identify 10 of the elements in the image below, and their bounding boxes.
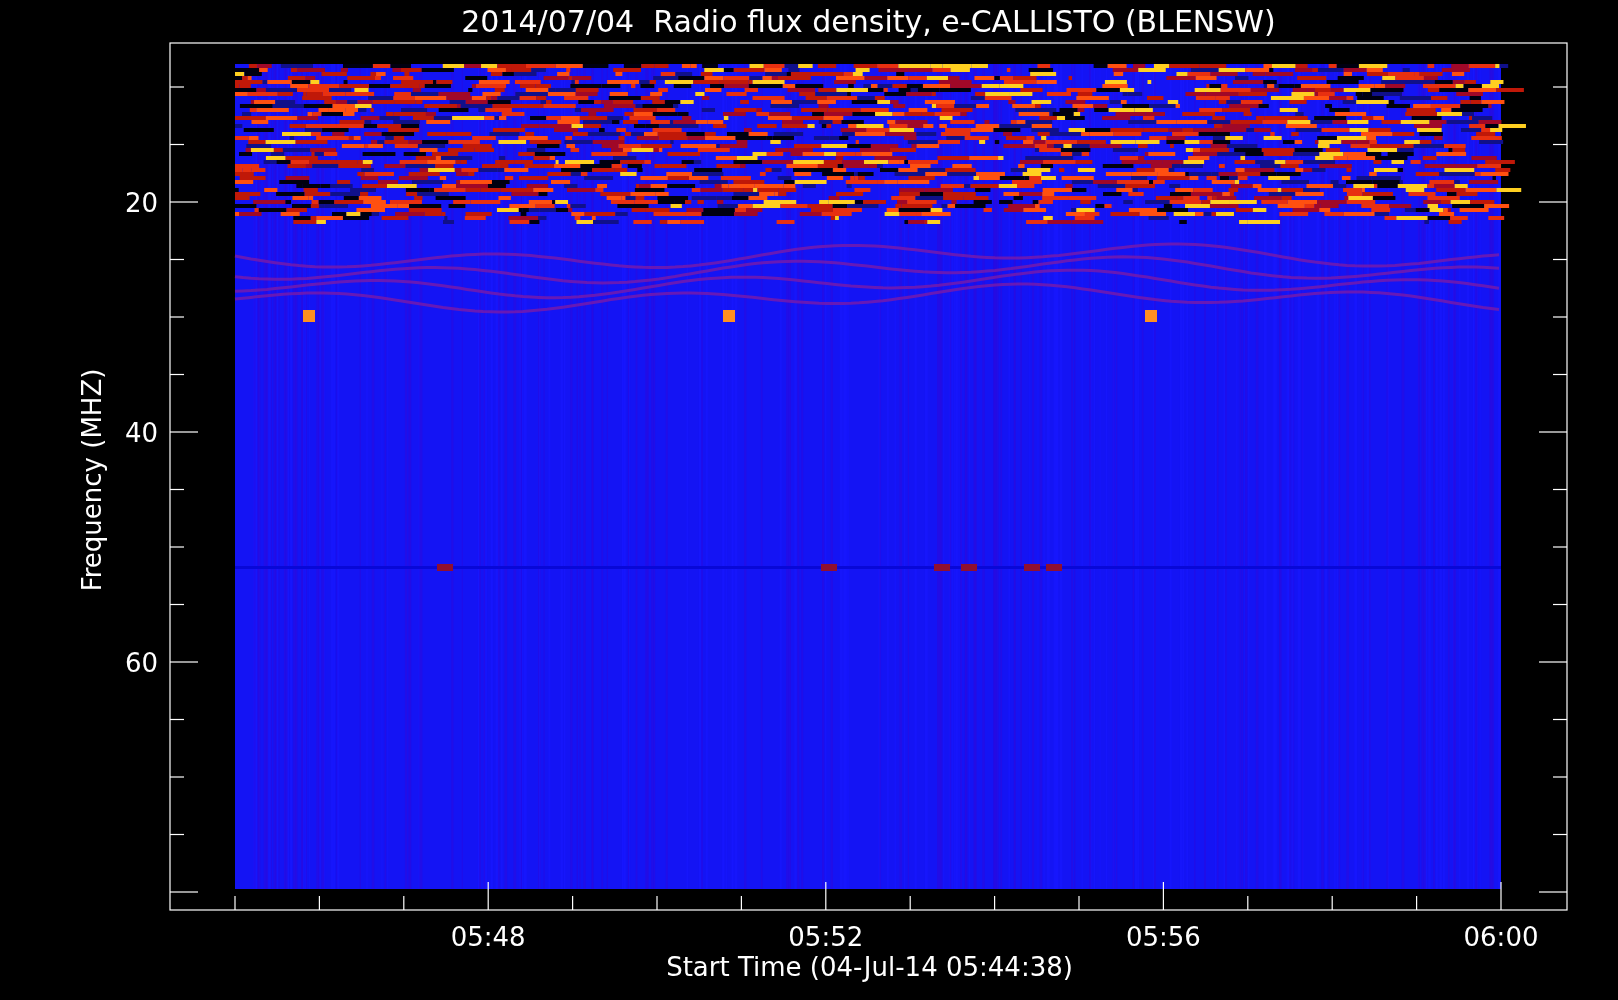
y-axis-label: Frequency (MHZ) bbox=[77, 368, 107, 592]
y-tick-label: 40 bbox=[124, 418, 158, 448]
x-tick-label: 05:48 bbox=[450, 922, 526, 952]
x-axis-label: Start Time (04-Jul-14 05:44:38) bbox=[666, 952, 1073, 982]
y-tick-label: 20 bbox=[124, 188, 158, 218]
x-tick-label: 05:52 bbox=[788, 922, 864, 952]
chart-title: 2014/07/04 Radio flux density, e-CALLISTO (BLENSW) bbox=[461, 4, 1276, 39]
x-tick-label: 06:00 bbox=[1463, 922, 1539, 952]
y-tick-label: 60 bbox=[124, 648, 158, 678]
x-tick-label: 05:56 bbox=[1125, 922, 1201, 952]
